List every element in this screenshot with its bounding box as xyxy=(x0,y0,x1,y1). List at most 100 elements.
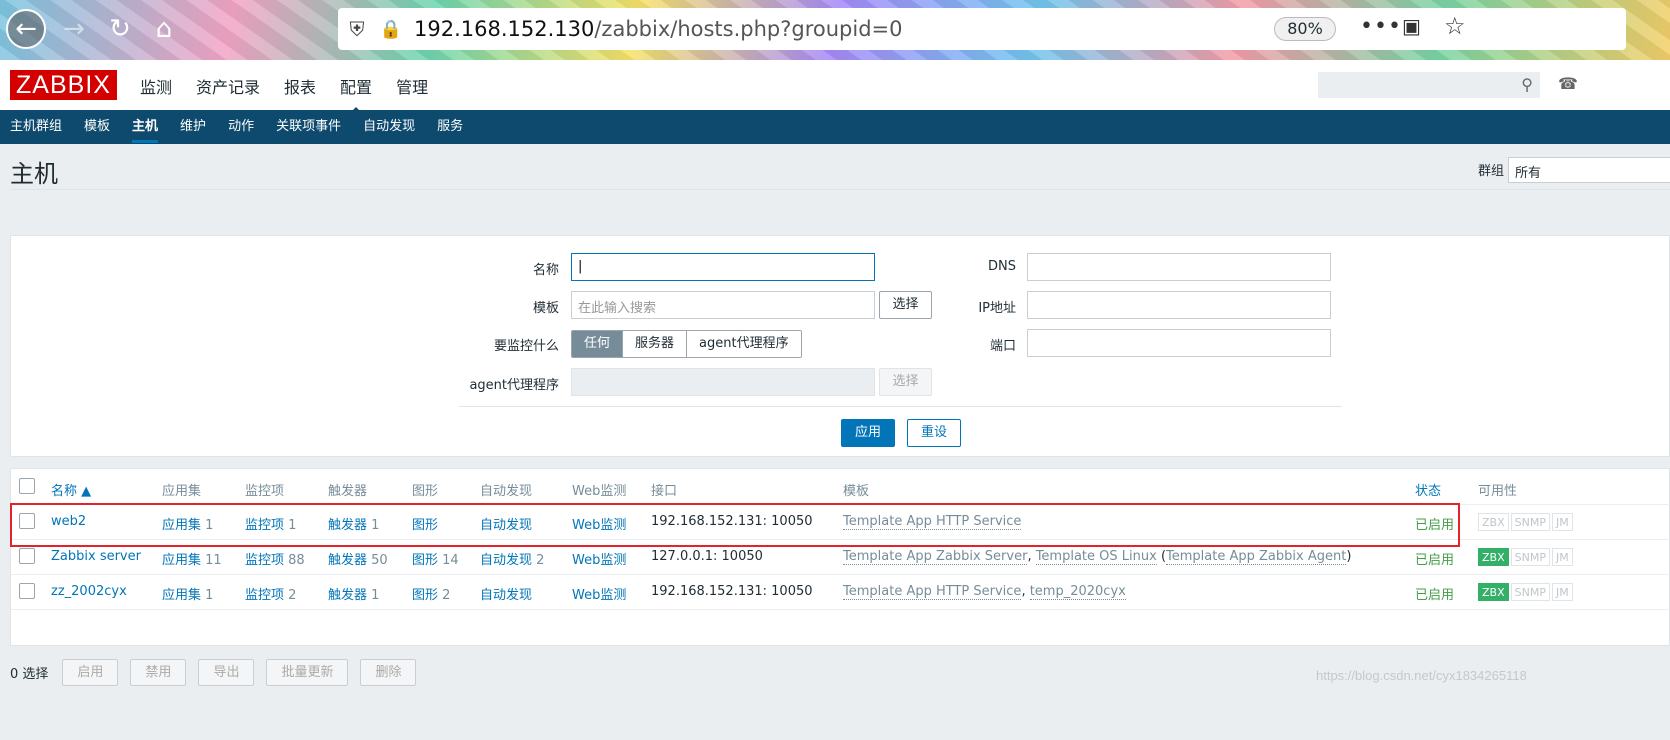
graphs-link[interactable]: 图形 xyxy=(412,553,438,568)
zabbix-logo[interactable]: ZABBIX xyxy=(10,70,117,100)
row-checkbox[interactable] xyxy=(19,583,35,599)
menu-configuration[interactable]: 配置 xyxy=(340,74,372,114)
triggers-cell: 触发器 1 xyxy=(328,584,379,603)
search-icon[interactable]: ⚲ xyxy=(1521,75,1533,94)
template-link[interactable]: Template App Zabbix Server xyxy=(843,549,1028,565)
status-link[interactable]: 已启用 xyxy=(1415,549,1454,568)
port-field[interactable] xyxy=(1027,329,1331,357)
applications-link[interactable]: 应用集 xyxy=(162,553,201,568)
monitored-by-server[interactable]: 服务器 xyxy=(623,331,688,357)
submenu-templates[interactable]: 模板 xyxy=(84,110,110,144)
ip-field[interactable] xyxy=(1027,291,1331,319)
reset-button[interactable]: 重设 xyxy=(907,419,961,447)
host-name-link[interactable]: web2 xyxy=(51,514,86,529)
zoom-level[interactable]: 80% xyxy=(1274,17,1336,41)
items-link[interactable]: 监控项 xyxy=(245,553,284,568)
monitored-by-proxy[interactable]: agent代理程序 xyxy=(687,331,801,357)
col-name[interactable]: 名称 ▲ xyxy=(51,480,91,499)
discovery-link[interactable]: 自动发现 xyxy=(480,514,532,533)
back-arrow-icon[interactable]: ← xyxy=(6,9,46,49)
web-link[interactable]: Web监测 xyxy=(572,514,626,533)
row-checkbox[interactable] xyxy=(19,548,35,564)
row-checkbox[interactable] xyxy=(19,513,35,529)
bookmark-star-icon[interactable]: ☆ xyxy=(1444,12,1466,40)
template-link[interactable]: Template App HTTP Service xyxy=(843,514,1022,530)
mass-update-button[interactable]: 批量更新 xyxy=(266,658,349,686)
submenu-actions[interactable]: 动作 xyxy=(228,110,254,144)
address-bar[interactable]: ⛨ 🔒 192.168.152.130/zabbix/hosts.php?gro… xyxy=(338,8,1626,50)
apply-button[interactable]: 应用 xyxy=(841,419,895,447)
home-icon[interactable]: ⌂ xyxy=(144,9,184,49)
status-link[interactable]: 已启用 xyxy=(1415,584,1454,603)
group-select[interactable]: 所有 xyxy=(1508,157,1670,183)
forward-arrow-icon[interactable]: → xyxy=(54,9,94,49)
submenu-services[interactable]: 服务 xyxy=(437,110,463,144)
submenu-correlation[interactable]: 关联项事件 xyxy=(276,110,341,144)
zbx-badge: ZBX xyxy=(1478,548,1509,566)
menu-reports[interactable]: 报表 xyxy=(284,74,316,98)
interface-text: 192.168.152.131: 10050 xyxy=(651,584,813,599)
web-link[interactable]: Web监测 xyxy=(572,584,626,603)
col-discovery: 自动发现 xyxy=(480,484,533,499)
submenu-discovery[interactable]: 自动发现 xyxy=(363,110,415,144)
col-status[interactable]: 状态 xyxy=(1415,480,1441,499)
snmp-badge: SNMP xyxy=(1510,583,1550,601)
template-search-input[interactable]: 在此输入搜索 xyxy=(571,291,875,319)
sub-menu: 主机群组 模板 主机 维护 动作 关联项事件 自动发现 服务 xyxy=(0,110,1670,144)
triggers-link[interactable]: 触发器 xyxy=(328,553,367,568)
submenu-hosts[interactable]: 主机 xyxy=(132,110,159,144)
templates-cell: Template App Zabbix Server, Template OS … xyxy=(843,549,1352,565)
discovery-link[interactable]: 自动发现 xyxy=(480,553,532,568)
applications-link[interactable]: 应用集 xyxy=(162,518,201,533)
monitored-by-any[interactable]: 任何 xyxy=(572,331,624,357)
disable-button[interactable]: 禁用 xyxy=(130,658,187,686)
applications-count: 11 xyxy=(205,553,222,568)
host-name-link[interactable]: Zabbix server xyxy=(51,549,141,564)
items-count: 1 xyxy=(288,518,297,533)
dns-field[interactable] xyxy=(1027,253,1331,281)
mass-action-bar: 0 选择 启用 禁用 导出 批量更新 删除 xyxy=(10,658,428,686)
enable-button[interactable]: 启用 xyxy=(62,658,119,686)
jmx-badge: JM xyxy=(1551,513,1573,531)
more-actions-icon[interactable]: ••• xyxy=(1360,14,1402,39)
web-link[interactable]: Web监测 xyxy=(572,549,626,568)
pocket-icon[interactable]: ▣ xyxy=(1402,14,1421,38)
main-menu: 监测 资产记录 报表 配置 管理 xyxy=(140,74,452,114)
template-link[interactable]: Template App HTTP Service xyxy=(843,584,1022,600)
graphs-link[interactable]: 图形 xyxy=(412,588,438,603)
items-link[interactable]: 监控项 xyxy=(245,518,284,533)
graphs-link[interactable]: 图形 xyxy=(412,514,438,533)
reload-icon[interactable]: ↻ xyxy=(100,9,140,49)
triggers-link[interactable]: 触发器 xyxy=(328,518,367,533)
discovery-link[interactable]: 自动发现 xyxy=(480,584,532,603)
triggers-link[interactable]: 触发器 xyxy=(328,588,367,603)
support-icon[interactable]: ☎ xyxy=(1558,74,1578,93)
insecure-lock-icon[interactable]: 🔒 xyxy=(376,19,406,40)
discovery-cell: 自动发现 2 xyxy=(480,549,544,568)
submenu-maintenance[interactable]: 维护 xyxy=(180,110,206,144)
applications-link[interactable]: 应用集 xyxy=(162,588,201,603)
template-link[interactable]: Template App Zabbix Agent xyxy=(1166,549,1347,565)
availability-badges: ZBX SNMP JM xyxy=(1478,513,1573,531)
header-search-input[interactable]: ⚲ xyxy=(1318,72,1540,98)
hosts-table: 名称 ▲ 应用集 监控项 触发器 图形 自动发现 Web监测 接口 模板 状态 … xyxy=(10,468,1670,646)
submenu-host-groups[interactable]: 主机群组 xyxy=(10,110,62,144)
group-label: 群组 xyxy=(1478,164,1505,179)
shield-icon[interactable]: ⛨ xyxy=(338,17,376,41)
select-all-checkbox[interactable] xyxy=(19,478,35,494)
url-text[interactable]: 192.168.152.130/zabbix/hosts.php?groupid… xyxy=(414,17,903,41)
status-link[interactable]: 已启用 xyxy=(1415,514,1454,533)
template-link[interactable]: Template OS Linux xyxy=(1035,549,1157,565)
templates-cell: Template App HTTP Service, temp_2020cyx xyxy=(843,584,1126,600)
items-link[interactable]: 监控项 xyxy=(245,588,284,603)
zbx-badge: ZBX xyxy=(1478,583,1509,601)
name-field[interactable]: | xyxy=(571,253,875,281)
menu-monitoring[interactable]: 监测 xyxy=(140,74,172,98)
menu-inventory[interactable]: 资产记录 xyxy=(196,74,260,98)
monitored-by-label: 要监控什么 xyxy=(493,339,559,354)
menu-administration[interactable]: 管理 xyxy=(396,74,428,98)
delete-button[interactable]: 删除 xyxy=(360,658,417,686)
host-name-link[interactable]: zz_2002cyx xyxy=(51,584,127,599)
template-link[interactable]: temp_2020cyx xyxy=(1029,584,1126,600)
export-button[interactable]: 导出 xyxy=(198,658,255,686)
